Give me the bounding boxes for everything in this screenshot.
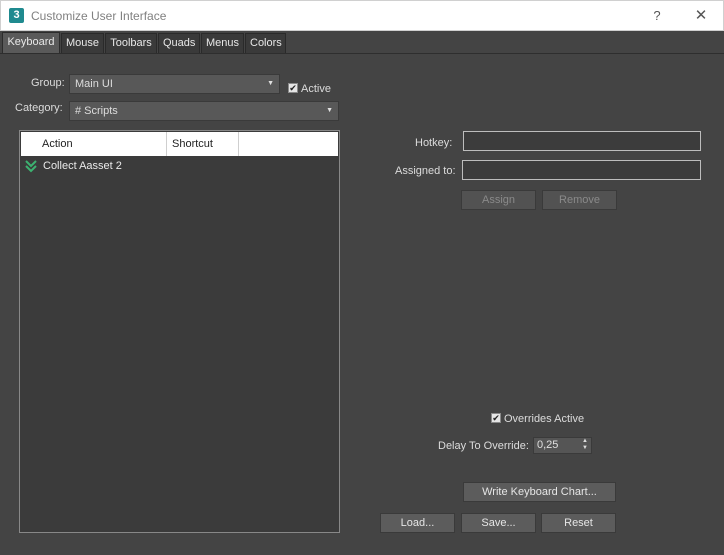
tab-quads[interactable]: Quads	[158, 33, 200, 54]
tab-keyboard[interactable]: Keyboard	[2, 32, 60, 54]
load-button[interactable]: Load...	[380, 513, 455, 533]
category-dropdown[interactable]: # Scripts ▼	[69, 101, 339, 121]
delay-to-override-label: Delay To Override:	[438, 440, 529, 452]
help-button[interactable]: ?	[635, 1, 679, 31]
remove-button[interactable]: Remove	[542, 190, 617, 210]
column-header-shortcut[interactable]: Shortcut	[167, 132, 239, 156]
tab-menus[interactable]: Menus	[201, 33, 244, 54]
category-label: Category:	[15, 102, 63, 114]
tab-divider	[0, 53, 724, 54]
assigned-to-field[interactable]	[462, 160, 701, 180]
group-dropdown[interactable]: Main UI ▼	[69, 74, 280, 94]
tab-mouse[interactable]: Mouse	[61, 33, 104, 54]
write-keyboard-chart-button[interactable]: Write Keyboard Chart...	[463, 482, 616, 502]
window-title: Customize User Interface	[31, 9, 167, 23]
tab-colors[interactable]: Colors	[245, 33, 286, 54]
group-label: Group:	[31, 77, 65, 89]
delay-value: 0,25	[537, 439, 559, 451]
dropdown-arrow-icon: ▼	[326, 107, 333, 114]
title-bar: 3 Customize User Interface ? ✕	[0, 0, 724, 31]
dropdown-arrow-icon: ▼	[267, 80, 274, 87]
reset-button[interactable]: Reset	[541, 513, 616, 533]
delay-to-override-spinner[interactable]: 0,25 ▲ ▼	[533, 437, 592, 454]
hotkey-label: Hotkey:	[415, 137, 453, 149]
assigned-to-label: Assigned to:	[395, 165, 456, 177]
list-header: Action Shortcut	[21, 132, 338, 156]
tab-toolbars[interactable]: Toolbars	[105, 33, 157, 54]
close-button[interactable]: ✕	[679, 1, 723, 31]
group-dropdown-value: Main UI	[75, 78, 113, 90]
save-button[interactable]: Save...	[461, 513, 536, 533]
overrides-active-checkbox[interactable]: ✔	[491, 413, 501, 423]
hotkey-input[interactable]	[463, 131, 701, 151]
assign-button[interactable]: Assign	[461, 190, 536, 210]
list-item-label: Collect Aasset 2	[43, 160, 122, 172]
overrides-active-label: Overrides Active	[504, 413, 585, 425]
double-chevron-down-icon	[25, 160, 37, 173]
column-header-action[interactable]: Action	[37, 132, 167, 156]
active-checkbox[interactable]: ✔	[288, 83, 298, 93]
active-label: Active	[301, 83, 331, 95]
action-list[interactable]: Action Shortcut Collect Aasset 2	[19, 130, 340, 533]
category-dropdown-value: # Scripts	[75, 105, 118, 117]
app-3dsmax-icon: 3	[9, 8, 24, 23]
spinner-arrows-icon[interactable]: ▲ ▼	[582, 438, 588, 452]
